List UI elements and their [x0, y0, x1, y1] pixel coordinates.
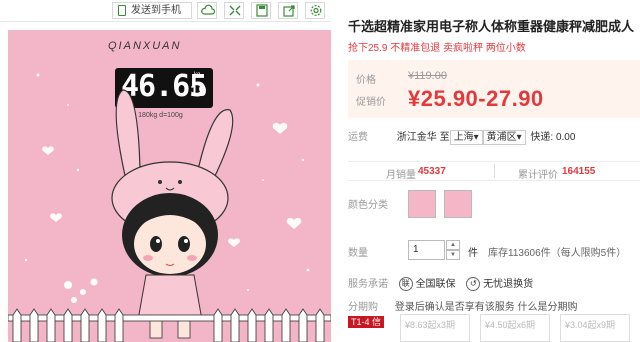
quantity-stepper: ▲ ▼ — [446, 240, 460, 260]
save-button[interactable] — [251, 2, 271, 19]
service-label: 服务承诺 — [348, 279, 388, 290]
quantity-label: 数量 — [348, 248, 368, 259]
reviews-value[interactable]: 164155 — [562, 166, 595, 177]
promo-price-label: 促销价 — [356, 97, 386, 108]
price-label: 价格 — [356, 75, 376, 86]
credit-badge: T1-4 信 — [348, 316, 385, 328]
send-to-phone-label: 发送到手机 — [131, 5, 181, 16]
fullscreen-button[interactable] — [224, 2, 244, 19]
warranty-icon: 联 — [398, 277, 413, 292]
installment-notice[interactable]: 登录后确认是否享有该服务 什么是分期购 — [395, 302, 578, 313]
product-info: 千选超精准家用电子称人体称重器健康秤减肥成人 抢下25.9 不精准包退 卖疯啦秤… — [340, 0, 640, 342]
cloud-button[interactable] — [197, 2, 217, 19]
divider — [494, 164, 495, 178]
shipping-to: 至 — [439, 132, 450, 143]
province-select[interactable]: 上海▾ — [449, 130, 483, 145]
product-gallery: 发送到手机 QIANXUAN 46.65 kg 19 Max 180kg d=1… — [0, 0, 331, 342]
installment-label: 分期购 — [348, 302, 378, 313]
color-swatch-1[interactable] — [408, 190, 436, 218]
save-icon — [256, 4, 268, 17]
installment-option[interactable]: ¥4.50起x6期 — [480, 314, 550, 342]
original-price: ¥119.00 — [408, 70, 447, 82]
service-item-warranty[interactable]: 全国联保 — [416, 279, 456, 290]
service-row: 服务承诺 联 全国联保 ↺ 无忧退换货 — [348, 275, 640, 292]
cloud-icon — [201, 4, 215, 15]
current-price: ¥25.90-27.90 — [408, 86, 544, 111]
return-icon: ↺ — [466, 277, 481, 292]
service-item-returns[interactable]: 无忧退换货 — [483, 279, 533, 290]
district-select[interactable]: 黄浦区▾ — [482, 130, 526, 145]
settings-button[interactable] — [305, 2, 325, 19]
stock-text: 库存113606件（每人限购5件） — [488, 248, 627, 259]
product-image[interactable]: QIANXUAN 46.65 kg 19 Max 180kg d=100g — [8, 30, 331, 342]
reviews-label: 累计评价 — [518, 170, 558, 181]
phone-icon — [118, 5, 126, 16]
share-icon — [283, 5, 295, 17]
product-title: 千选超精准家用电子称人体称重器健康秤减肥成人 — [348, 19, 635, 34]
shipping-method: 快递: 0.00 — [530, 132, 576, 143]
quantity-unit: 件 — [468, 248, 478, 259]
price-box: 价格 ¥119.00 促销价 ¥25.90-27.90 — [348, 60, 640, 118]
expand-icon — [229, 5, 241, 16]
increase-button[interactable]: ▲ — [446, 240, 460, 250]
gallery-toolbar: 发送到手机 — [0, 0, 331, 22]
shipping-label: 运费 — [348, 132, 368, 143]
decrease-button[interactable]: ▼ — [446, 250, 460, 260]
share-button[interactable] — [278, 2, 298, 19]
sales-stats: 月销量 45337 累计评价 164155 — [348, 161, 640, 181]
shipping-row: 运费 浙江金华 至上海▾ 黄浦区▾ 快递: 0.00 — [348, 128, 640, 145]
installment-row: 分期购 登录后确认是否享有该服务 什么是分期购 — [348, 298, 640, 313]
shipping-origin: 浙江金华 — [396, 132, 437, 143]
installment-option[interactable]: ¥8.63起x3期 — [400, 314, 470, 342]
illustration — [8, 73, 331, 342]
quantity-input[interactable]: 1 — [408, 240, 445, 260]
installment-option[interactable]: ¥3.04起x9期 — [560, 314, 630, 342]
installment-options: ¥8.63起x3期 ¥4.50起x6期 ¥3.04起x9期 — [400, 314, 640, 342]
monthly-sales-label: 月销量 — [386, 170, 416, 181]
promo-text: 抢下25.9 不精准包退 卖疯啦秤 两位小数 — [348, 43, 526, 54]
send-to-phone-button[interactable]: 发送到手机 — [112, 2, 192, 19]
color-swatch-2[interactable] — [444, 190, 472, 218]
monthly-sales-value: 45337 — [418, 166, 446, 177]
color-label: 颜色分类 — [348, 200, 388, 211]
gear-icon — [310, 5, 322, 16]
